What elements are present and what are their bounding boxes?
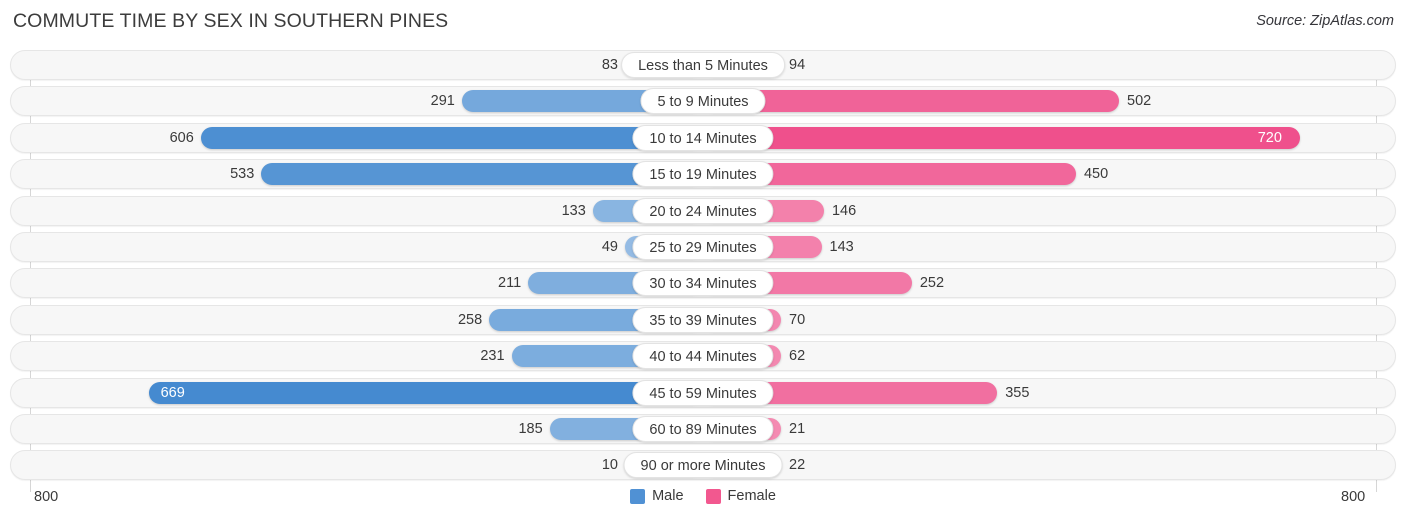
legend-swatch-icon bbox=[630, 488, 646, 504]
legend-item[interactable]: Female bbox=[705, 488, 776, 504]
value-label-female: 252 bbox=[919, 275, 945, 292]
value-label-male: 606 bbox=[169, 129, 194, 146]
bar-female bbox=[703, 126, 1300, 149]
value-label-male: 83 bbox=[601, 57, 618, 73]
chart-row: 211 252 30 to 34 Minutes bbox=[10, 268, 1396, 299]
chart-legend: Male Female bbox=[0, 488, 1406, 504]
value-label-male: 185 bbox=[518, 421, 543, 437]
category-label-pill: 10 to 14 Minutes bbox=[632, 124, 774, 151]
value-label-male: 133 bbox=[561, 202, 586, 219]
value-label-male: 231 bbox=[480, 348, 505, 365]
bar-male bbox=[200, 126, 703, 149]
category-label-pill: 25 to 29 Minutes bbox=[632, 234, 774, 260]
bar-male bbox=[148, 381, 703, 404]
chart-row: 10 22 90 or more Minutes bbox=[10, 450, 1396, 481]
value-label-male: 533 bbox=[230, 166, 255, 183]
value-label-female: 502 bbox=[1127, 93, 1152, 110]
value-label-male: 211 bbox=[498, 275, 522, 292]
value-label-male: 258 bbox=[457, 311, 483, 328]
value-label-female: 94 bbox=[789, 57, 806, 73]
source-attribution: Source: ZipAtlas.com bbox=[1256, 13, 1394, 29]
category-label-pill: Less than 5 Minutes bbox=[621, 52, 785, 78]
category-label-pill: 5 to 9 Minutes bbox=[640, 88, 766, 115]
plot-area: 83 94 Less than 5 Minutes 291 502 5 to 9 Minu… bbox=[0, 50, 1406, 492]
chart-row: 669 355 45 to 59 Minutes bbox=[10, 377, 1396, 408]
value-label-female: 355 bbox=[1005, 384, 1030, 401]
category-label-pill: 15 to 19 Minutes bbox=[632, 161, 774, 188]
chart-row: 49 143 25 to 29 Minutes bbox=[10, 232, 1396, 262]
value-label-female: 62 bbox=[789, 348, 806, 365]
category-label-pill: 45 to 59 Minutes bbox=[632, 379, 774, 406]
value-label-female: 720 bbox=[1257, 129, 1282, 146]
value-label-female: 70 bbox=[789, 311, 806, 328]
value-label-male: 291 bbox=[430, 93, 455, 110]
category-label-pill: 30 to 34 Minutes bbox=[632, 270, 774, 297]
legend-swatch-icon bbox=[705, 488, 721, 504]
category-label-pill: 40 to 44 Minutes bbox=[632, 343, 774, 370]
legend-label: Male bbox=[652, 488, 684, 504]
value-label-female: 21 bbox=[789, 421, 806, 437]
chart-row: 231 62 40 to 44 Minutes bbox=[10, 341, 1396, 372]
page-title: COMMUTE TIME BY SEX IN SOUTHERN PINES bbox=[13, 10, 449, 32]
value-label-female: 146 bbox=[831, 202, 857, 219]
category-label-pill: 35 to 39 Minutes bbox=[632, 306, 774, 333]
chart-row: 291 502 5 to 9 Minutes bbox=[10, 86, 1396, 117]
category-label-pill: 90 or more Minutes bbox=[623, 452, 783, 479]
value-label-female: 22 bbox=[789, 457, 806, 474]
chart-row: 606 720 10 to 14 Minutes bbox=[10, 122, 1396, 153]
chart-row: 133 146 20 to 24 Minutes bbox=[10, 195, 1396, 226]
value-label-female: 450 bbox=[1083, 166, 1109, 183]
value-label-male: 49 bbox=[601, 239, 618, 255]
chart-row: 533 450 15 to 19 Minutes bbox=[10, 159, 1396, 190]
chart-row: 258 70 35 to 39 Minutes bbox=[10, 304, 1396, 335]
legend-item[interactable]: Male bbox=[630, 488, 684, 504]
legend-label: Female bbox=[727, 488, 776, 504]
category-label-pill: 20 to 24 Minutes bbox=[632, 197, 774, 224]
chart-root: COMMUTE TIME BY SEX IN SOUTHERN PINES So… bbox=[0, 0, 1406, 523]
chart-row: 83 94 Less than 5 Minutes bbox=[10, 50, 1396, 80]
value-label-male: 10 bbox=[601, 457, 618, 474]
category-label-pill: 60 to 89 Minutes bbox=[632, 416, 774, 442]
value-label-male: 669 bbox=[160, 384, 185, 401]
value-label-female: 143 bbox=[829, 239, 854, 255]
chart-row: 185 21 60 to 89 Minutes bbox=[10, 414, 1396, 444]
